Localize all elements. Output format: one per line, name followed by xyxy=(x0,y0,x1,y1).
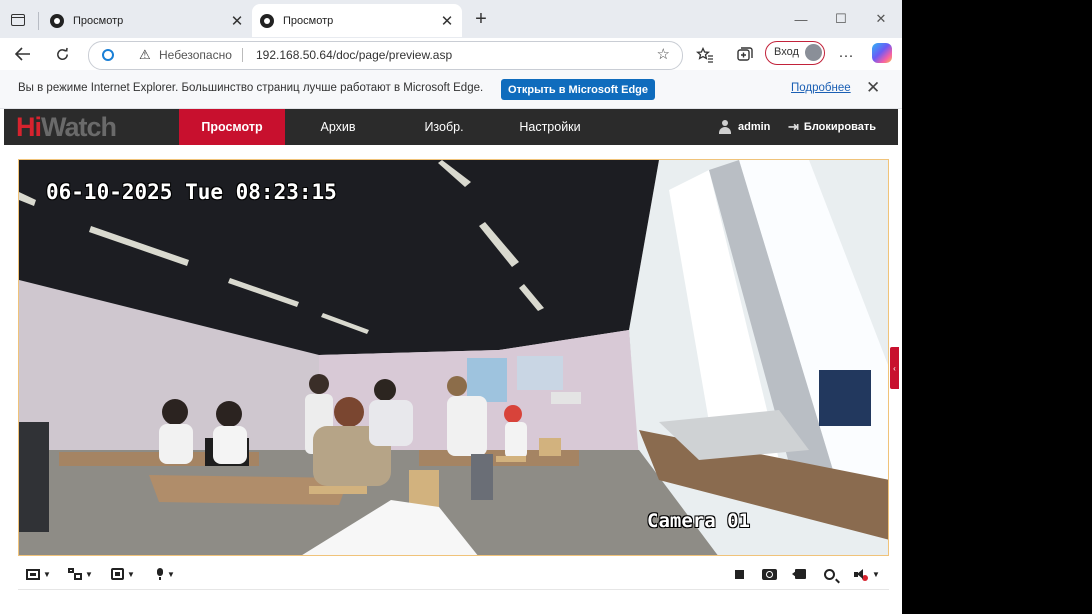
site-favicon-icon xyxy=(50,13,64,28)
refresh-icon xyxy=(56,47,68,60)
zoom-icon xyxy=(824,568,835,580)
copilot-icon[interactable] xyxy=(872,43,892,63)
tab-picture[interactable]: Изобр. xyxy=(391,109,497,145)
favorites-icon xyxy=(696,47,713,63)
site-favicon-icon xyxy=(260,13,274,28)
profile-signin-button[interactable]: Вход xyxy=(765,41,825,65)
tab-title: Просмотр xyxy=(73,14,124,27)
capture-button[interactable] xyxy=(762,564,777,584)
live-view-toolbar: ▼ ▼ ▼ ▼ ▼ xyxy=(18,559,889,590)
microphone-icon xyxy=(156,568,164,580)
audio-button[interactable]: ▼ xyxy=(854,564,880,584)
live-video-viewport[interactable]: 06-10-2025 Tue 08:23:15 Camera 01 xyxy=(18,159,889,556)
stop-icon xyxy=(735,569,744,579)
more-menu-button[interactable]: ··· xyxy=(835,44,857,66)
browser-tab-1[interactable]: Просмотр ✕ xyxy=(42,4,252,37)
favorites-button[interactable] xyxy=(694,44,716,66)
ie-mode-icon[interactable] xyxy=(102,49,114,61)
url-text[interactable]: 192.168.50.64/doc/page/preview.asp xyxy=(256,48,452,62)
caret-down-icon: ▼ xyxy=(43,569,51,579)
window-layout-button[interactable]: ▼ xyxy=(26,564,51,584)
back-button[interactable] xyxy=(11,42,35,66)
logo-part-watch: Watch xyxy=(41,112,117,142)
user-icon xyxy=(718,120,732,134)
divider xyxy=(242,48,243,62)
caret-down-icon: ▼ xyxy=(85,569,93,579)
camera-snapshot-icon xyxy=(762,568,777,580)
learn-more-link[interactable]: Подробнее xyxy=(791,82,851,94)
close-tab-icon[interactable]: ✕ xyxy=(438,12,456,30)
tab-configuration[interactable]: Настройки xyxy=(497,109,603,145)
logo-part-hi: Hi xyxy=(16,112,42,142)
maximize-button[interactable]: ☐ xyxy=(824,8,858,30)
osd-camera-name: Camera 01 xyxy=(647,510,750,532)
digital-zoom-button[interactable] xyxy=(824,564,835,584)
caret-down-icon: ▼ xyxy=(872,569,880,579)
username: admin xyxy=(738,121,771,133)
close-infobar-icon[interactable]: ✕ xyxy=(866,78,880,98)
close-window-button[interactable]: ✕ xyxy=(864,8,898,30)
ie-mode-infobar: Вы в режиме Internet Explorer. Большинст… xyxy=(0,70,902,109)
minimize-button[interactable]: — xyxy=(784,8,818,30)
layout-icon xyxy=(26,568,40,580)
new-tab-button[interactable]: + xyxy=(471,9,491,29)
speaker-muted-icon xyxy=(854,568,868,581)
logout-label: Блокировать xyxy=(803,121,876,133)
tab-live-view[interactable]: Просмотр xyxy=(179,109,285,145)
security-status[interactable]: Небезопасно xyxy=(159,48,232,62)
video-record-icon xyxy=(792,569,806,579)
collections-button[interactable] xyxy=(733,44,755,66)
tab-playback[interactable]: Архив xyxy=(285,109,391,145)
refresh-button[interactable] xyxy=(50,42,74,66)
tab-strip: Просмотр ✕ Просмотр ✕ + — ☐ ✕ xyxy=(0,0,902,38)
tab-title: Просмотр xyxy=(283,14,334,27)
caret-down-icon: ▼ xyxy=(167,569,175,579)
plugin-button[interactable]: ▼ xyxy=(111,564,135,584)
tab-actions-icon xyxy=(11,14,25,26)
two-way-audio-button[interactable]: ▼ xyxy=(156,564,175,584)
logout-icon: ⇥ xyxy=(788,119,799,134)
camera-feed-image xyxy=(19,160,888,555)
address-bar[interactable]: ⚠ Небезопасно 192.168.50.64/doc/page/pre… xyxy=(88,41,683,70)
avatar xyxy=(805,44,822,61)
signin-label: Вход xyxy=(774,46,799,58)
browser-tab-2[interactable]: Просмотр ✕ xyxy=(252,4,462,37)
open-in-edge-button[interactable]: Открыть в Microsoft Edge xyxy=(501,79,655,100)
ie-mode-message: Вы в режиме Internet Explorer. Большинст… xyxy=(18,82,484,94)
stream-type-button[interactable]: ▼ xyxy=(68,564,93,584)
tab-actions-button[interactable] xyxy=(7,10,29,30)
logout-button[interactable]: ⇥ Блокировать xyxy=(788,109,876,145)
close-tab-icon[interactable]: ✕ xyxy=(228,12,246,30)
record-button[interactable] xyxy=(792,564,806,584)
divider xyxy=(38,12,39,30)
stop-live-view-button[interactable] xyxy=(735,564,744,584)
osd-timestamp: 06-10-2025 Tue 08:23:15 xyxy=(46,180,337,204)
arrow-left-icon xyxy=(15,47,30,61)
stream-icon xyxy=(68,568,82,580)
ptz-panel-toggle[interactable]: ‹ xyxy=(890,347,899,389)
app-nav-bar: HiWatch Просмотр Архив Изобр. Настройки … xyxy=(4,109,898,145)
user-menu[interactable]: admin xyxy=(718,109,770,145)
caret-down-icon: ▼ xyxy=(127,569,135,579)
picture-mode-icon xyxy=(111,568,124,580)
warning-icon[interactable]: ⚠ xyxy=(139,47,151,63)
collections-icon xyxy=(736,47,753,61)
hiwatch-logo: HiWatch xyxy=(16,112,117,142)
favorite-star-icon[interactable]: ☆ xyxy=(657,45,670,63)
browser-window: Просмотр ✕ Просмотр ✕ + — ☐ ✕ ⚠ Небезопа… xyxy=(0,0,902,614)
